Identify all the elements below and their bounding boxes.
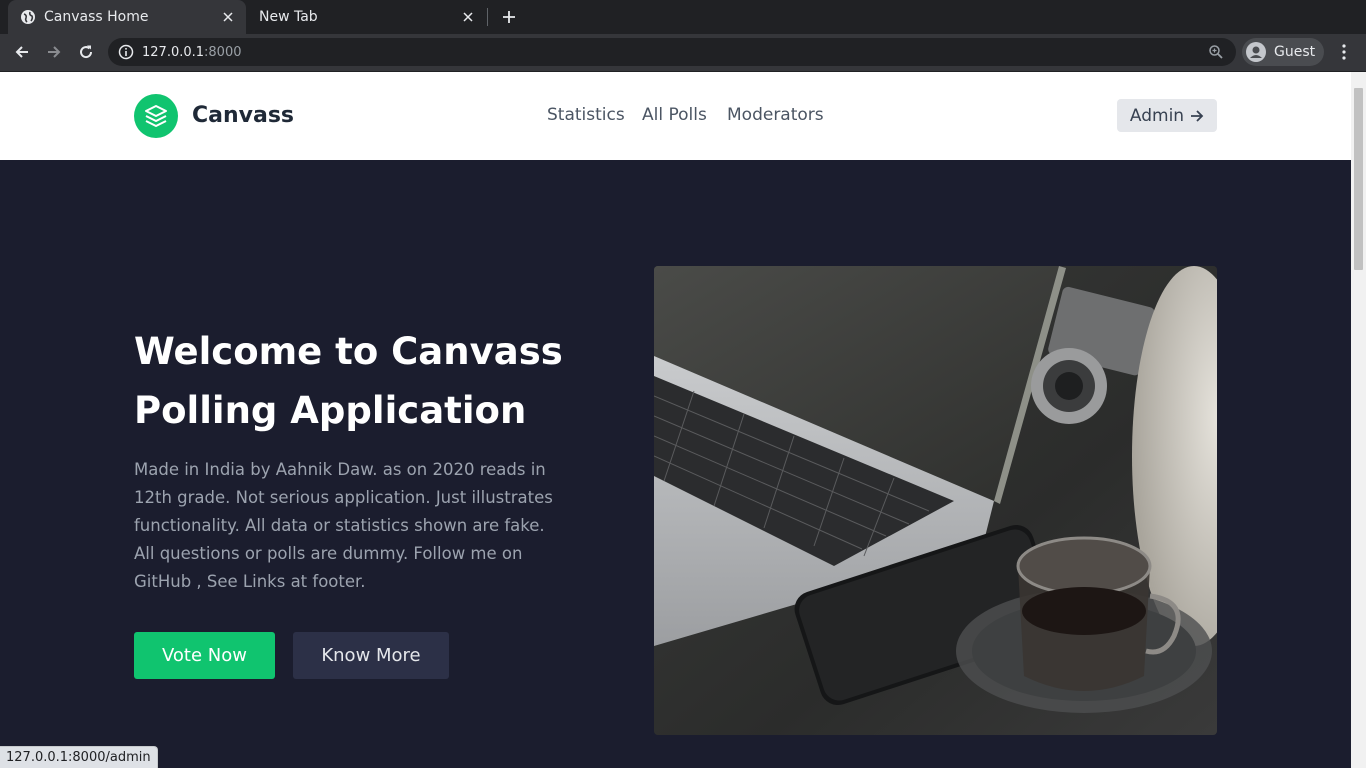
status-bar-url: 127.0.0.1:8000/admin bbox=[0, 746, 158, 768]
address-bar[interactable]: 127.0.0.1:8000 bbox=[108, 38, 1236, 66]
hero-title: Welcome to Canvass Polling Application bbox=[134, 322, 604, 440]
profile-label: Guest bbox=[1274, 44, 1316, 60]
info-icon[interactable] bbox=[118, 44, 134, 60]
arrow-right-icon bbox=[1190, 109, 1204, 122]
tab-strip: Canvass Home New Tab bbox=[0, 0, 1366, 34]
profile-button[interactable]: Guest bbox=[1242, 38, 1324, 66]
admin-label: Admin bbox=[1129, 105, 1185, 126]
more-vert-icon[interactable] bbox=[1336, 42, 1352, 62]
close-icon[interactable] bbox=[460, 9, 476, 25]
reload-icon[interactable] bbox=[74, 40, 98, 64]
hero-title-line-1: Welcome to Canvass bbox=[134, 330, 563, 373]
url-text: 127.0.0.1:8000 bbox=[142, 45, 242, 60]
know-more-button[interactable]: Know More bbox=[293, 632, 449, 679]
back-arrow-icon[interactable] bbox=[10, 40, 34, 64]
hero-image bbox=[654, 266, 1217, 735]
nav-link-all-polls[interactable]: All Polls bbox=[642, 105, 707, 125]
account-icon bbox=[1246, 42, 1266, 62]
tab-title: Canvass Home bbox=[44, 9, 149, 25]
globe-icon bbox=[20, 9, 36, 25]
zoom-icon[interactable] bbox=[1208, 44, 1224, 60]
scrollbar-thumb[interactable] bbox=[1354, 88, 1363, 270]
tab-title: New Tab bbox=[259, 9, 318, 25]
plus-icon[interactable] bbox=[498, 6, 520, 28]
site-header: Canvass Statistics All Polls Moderators … bbox=[0, 72, 1351, 160]
hero-title-line-2: Polling Application bbox=[134, 389, 527, 432]
url-host: 127.0.0.1 bbox=[142, 44, 205, 60]
admin-button[interactable]: Admin bbox=[1117, 99, 1217, 132]
vote-now-button[interactable]: Vote Now bbox=[134, 632, 275, 679]
hero-description: Made in India by Aahnik Daw. as on 2020 … bbox=[134, 460, 553, 591]
nav-link-moderators[interactable]: Moderators bbox=[727, 105, 824, 125]
tab-canvass-home[interactable]: Canvass Home bbox=[8, 0, 246, 34]
tab-separator bbox=[487, 8, 488, 26]
nav-link-statistics[interactable]: Statistics bbox=[547, 105, 625, 125]
browser-toolbar: 127.0.0.1:8000 Guest bbox=[0, 34, 1366, 71]
page-content: Canvass Statistics All Polls Moderators … bbox=[0, 72, 1351, 768]
tab-new-tab[interactable]: New Tab bbox=[250, 0, 486, 34]
close-icon[interactable] bbox=[220, 9, 236, 25]
brand-name[interactable]: Canvass bbox=[192, 103, 294, 128]
layers-icon[interactable] bbox=[134, 94, 178, 138]
url-port: :8000 bbox=[204, 44, 242, 60]
forward-arrow-icon[interactable] bbox=[42, 40, 66, 64]
